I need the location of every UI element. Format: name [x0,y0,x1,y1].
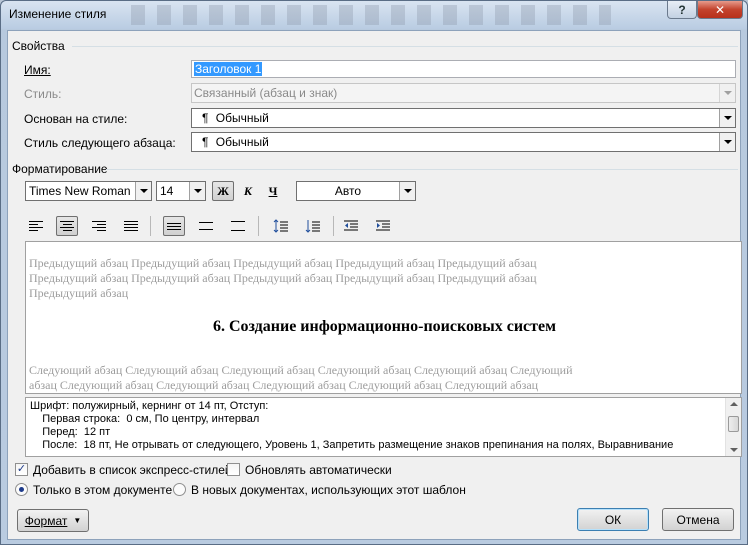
next-paragraph-line: абзац Следующий абзац Следующий абзац Сл… [29,378,539,392]
scroll-up-icon[interactable] [730,402,738,406]
based-on-combo[interactable]: ¶ Обычный [191,108,736,128]
based-on-value: Обычный [215,111,269,125]
add-quick-styles-checkbox[interactable]: ✓ [15,463,28,476]
next-paragraph-label: Стиль следующего абзаца: [24,136,176,150]
chevron-down-icon[interactable] [135,182,151,200]
toolbar-separator [258,216,259,236]
ok-button[interactable]: ОК [577,508,649,531]
next-paragraph-value: Обычный [215,135,269,149]
decrease-spacing-before-button[interactable] [302,216,324,236]
style-type-combo[interactable]: Связанный (абзац и знак) [191,83,736,103]
align-right-icon [92,221,106,231]
bold-button[interactable]: Ж [212,181,234,201]
formatting-separator [106,169,738,170]
align-right-button[interactable] [88,216,110,236]
align-justify-button[interactable] [120,216,142,236]
scroll-thumb[interactable] [728,416,739,432]
properties-separator [72,46,738,47]
double-spacing-button[interactable] [227,216,249,236]
format-menu-button[interactable]: Формат ▼ [17,509,89,532]
previous-paragraph: Предыдущий абзац Предыдущий абзац Предыд… [29,256,629,301]
outdent-icon [344,220,358,231]
chevron-down-icon[interactable] [719,109,735,127]
add-quick-styles-label[interactable]: Добавить в список экспресс-стилей [33,463,232,477]
previous-paragraph-line: Предыдущий абзац Предыдущий абзац Предыд… [29,271,537,285]
dropdown-arrow-icon: ▼ [73,516,82,525]
toolbar-separator [333,216,334,236]
help-button[interactable]: ? [667,1,697,19]
decrease-indent-button[interactable] [340,216,362,236]
single-spacing-button[interactable] [163,216,185,236]
style-type-label: Стиль: [24,87,62,101]
style-type-value: Связанный (абзац и знак) [194,86,338,100]
one-half-spacing-button[interactable] [195,216,217,236]
name-field[interactable]: Заголовок 1 [191,60,736,78]
next-paragraph: Следующий абзац Следующий абзац Следующи… [29,363,669,393]
title-bar[interactable]: Изменение стиля ? ✕ [1,1,747,29]
modify-style-dialog: Изменение стиля ? ✕ Свойства Имя: Заголо… [0,0,748,545]
single-spacing-icon [167,222,181,230]
style-preview: Предыдущий абзац Предыдущий абзац Предыд… [25,241,742,394]
pilcrow-icon: ¶ [202,111,209,125]
description-line: Шрифт: полужирный, кернинг от 14 пт, Отс… [30,400,269,412]
auto-update-label[interactable]: Обновлять автоматически [245,463,392,477]
cancel-button[interactable]: Отмена [662,508,734,531]
font-color-combo[interactable]: Авто [296,181,416,201]
name-label-text: Имя: [24,63,51,77]
chevron-down-icon[interactable] [719,133,735,151]
underline-button[interactable]: Ч [262,181,284,201]
font-size-value: 14 [160,184,174,198]
description-scrollbar[interactable] [725,398,741,456]
preview-heading: 6. Создание информационно-поисковых сист… [212,318,557,335]
only-this-document-radio[interactable] [15,483,28,496]
description-line: После: 18 пт, Не отрывать от следующего,… [30,439,674,451]
increase-spacing-before-button[interactable] [270,216,292,236]
only-this-document-label[interactable]: Только в этом документе [33,483,172,497]
name-field-value: Заголовок 1 [194,62,263,76]
align-left-button[interactable] [25,216,47,236]
pilcrow-icon: ¶ [202,135,209,149]
align-left-icon [29,221,43,231]
double-spacing-icon [231,221,245,231]
description-line: Перед: 12 пт [30,426,111,438]
font-size-combo[interactable]: 14 [156,181,206,201]
one-half-spacing-icon [199,222,213,230]
align-center-icon [60,221,74,231]
previous-paragraph-line: Предыдущий абзац Предыдущий абзац Предыд… [29,256,537,270]
style-description: Шрифт: полужирный, кернинг от 14 пт, Отс… [25,397,742,457]
dialog-client-area: Свойства Имя: Заголовок 1 Стиль: Связанн… [7,30,742,540]
based-on-label: Основан на стиле: [24,112,128,126]
format-button-label: Формат [24,513,68,528]
italic-button[interactable]: К [237,181,259,201]
align-justify-icon [124,221,138,231]
font-color-value: Авто [334,184,362,198]
font-name-value: Times New Roman [29,184,131,198]
properties-section-label: Свойства [12,39,65,53]
next-paragraph-combo[interactable]: ¶ Обычный [191,132,736,152]
new-documents-label[interactable]: В новых документах, использующих этот ша… [191,483,466,497]
increase-indent-button[interactable] [372,216,394,236]
chevron-down-icon[interactable] [719,84,735,102]
scroll-down-icon[interactable] [730,448,738,452]
chevron-down-icon[interactable] [189,182,205,200]
chevron-down-icon[interactable] [399,182,415,200]
name-label: Имя: [24,63,51,77]
description-line: Первая строка: 0 см, По центру, интервал [30,413,260,425]
close-button[interactable]: ✕ [697,1,743,19]
indent-icon [376,220,390,231]
background-ribbon-ghost [131,5,611,25]
auto-update-checkbox[interactable] [227,463,240,476]
font-name-combo[interactable]: Times New Roman [25,181,152,201]
next-paragraph-line: Следующий абзац Следующий абзац Следующи… [29,363,573,377]
spacing-up-icon [273,219,288,233]
new-documents-radio[interactable] [173,483,186,496]
formatting-section-label: Форматирование [12,162,108,176]
spacing-down-icon [305,220,320,233]
align-center-button[interactable] [56,216,78,236]
toolbar-separator [150,216,151,236]
window-title: Изменение стиля [9,7,107,21]
previous-paragraph-line: Предыдущий абзац [29,286,129,300]
